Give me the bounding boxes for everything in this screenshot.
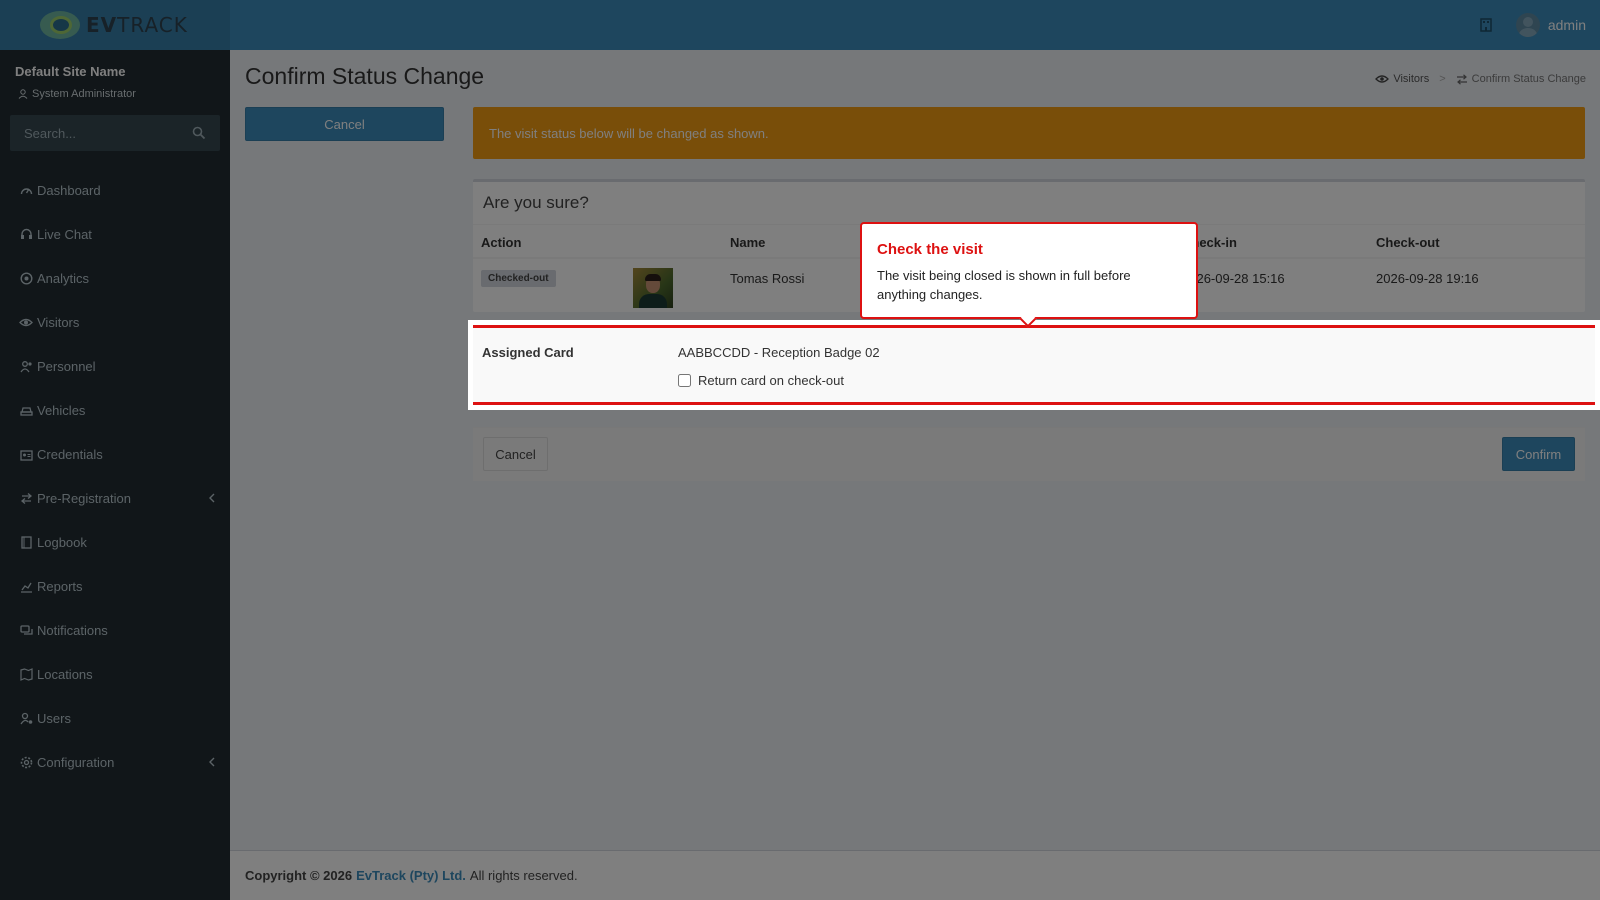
chevron-left-icon: [209, 493, 215, 503]
breadcrumb: Visitors > Confirm Status Change: [1375, 73, 1586, 85]
sidebar-item-logbook[interactable]: Logbook: [0, 520, 230, 564]
user-menu[interactable]: admin: [1515, 13, 1586, 37]
search-input[interactable]: [10, 115, 220, 151]
map-icon: [19, 667, 33, 681]
dashboard-icon: [19, 183, 33, 197]
sidebar-item-pre-registration[interactable]: Pre-Registration: [0, 476, 230, 520]
sidebar-menu: Dashboard Live Chat Analytics Visitors P…: [0, 168, 230, 784]
page-title: Confirm Status Change: [245, 63, 485, 89]
brand-logo[interactable]: EVTRACK: [0, 0, 230, 50]
site-name: Default Site Name: [15, 64, 126, 79]
status-badge: Checked-out: [481, 270, 556, 287]
sidebar-item-credentials[interactable]: Credentials: [0, 432, 230, 476]
breadcrumb-current: Confirm Status Change: [1456, 73, 1586, 85]
eye-icon: [19, 315, 33, 329]
copyright-text: Copyright © 2026: [245, 868, 353, 883]
user-cog-icon: [19, 711, 33, 725]
page-footer: Copyright © 2026 EvTrack (Pty) Ltd. All …: [230, 850, 1600, 900]
logo-text: EVTRACK: [86, 13, 188, 37]
headset-icon: [19, 227, 33, 241]
main-content: Confirm Status Change Visitors > Confirm…: [230, 50, 1600, 850]
assigned-card-label: Assigned Card: [482, 345, 574, 360]
return-card-checkbox[interactable]: [678, 374, 691, 387]
sidebar-item-live-chat[interactable]: Live Chat: [0, 212, 230, 256]
sidebar: Default Site Name System Administrator D…: [0, 50, 230, 900]
exchange-icon: [1456, 73, 1467, 85]
id-card-icon: [19, 447, 33, 461]
breadcrumb-separator: >: [1439, 73, 1446, 85]
eye-icon: [1375, 75, 1390, 83]
tooltip-title: Check the visit: [877, 241, 983, 258]
avatar: [1515, 13, 1540, 37]
chevron-left-icon: [209, 757, 215, 767]
confirm-title: Are you sure?: [483, 193, 589, 212]
assigned-card-value: AABBCCDD - Reception Badge 02: [678, 345, 880, 360]
comments-icon: [19, 623, 33, 637]
top-navbar: EVTRACK admin: [0, 0, 1600, 50]
warning-alert: The visit status below will be changed a…: [473, 107, 1585, 159]
visitor-photo: [633, 268, 673, 308]
column-header-name: Name: [730, 235, 766, 250]
book-icon: [19, 535, 33, 549]
alert-text: The visit status below will be changed a…: [489, 125, 769, 141]
car-icon: [19, 403, 33, 417]
cancel-button[interactable]: Cancel: [245, 107, 444, 141]
return-card-option[interactable]: Return card on check-out: [678, 373, 844, 388]
sidebar-item-reports[interactable]: Reports: [0, 564, 230, 608]
column-header-action: Action: [481, 235, 522, 250]
check-out-time: 2026-09-28 19:16: [1376, 271, 1479, 286]
building-icon[interactable]: [1478, 17, 1494, 33]
target-icon: [19, 271, 33, 285]
user-icon: [18, 89, 28, 99]
sidebar-item-notifications[interactable]: Notifications: [0, 608, 230, 652]
cancel-button[interactable]: Cancel: [483, 437, 548, 471]
sidebar-item-analytics[interactable]: Analytics: [0, 256, 230, 300]
tooltip-body: The visit being closed is shown in full …: [877, 268, 1131, 302]
chart-icon: [19, 579, 33, 593]
username: admin: [1547, 17, 1586, 33]
form-actions: Cancel Confirm: [473, 427, 1585, 481]
exchange-icon: [19, 491, 33, 505]
visitor-name: Tomas Rossi: [730, 271, 805, 286]
confirm-button[interactable]: Confirm: [1502, 437, 1575, 471]
user-role: System Administrator: [18, 88, 136, 100]
sidebar-item-locations[interactable]: Locations: [0, 652, 230, 696]
tour-tooltip: Check the visit The visit being closed i…: [860, 222, 1198, 328]
sidebar-item-dashboard[interactable]: Dashboard: [0, 168, 230, 212]
sidebar-item-visitors[interactable]: Visitors: [0, 300, 230, 344]
search-icon[interactable]: [192, 126, 206, 140]
company-link[interactable]: EvTrack (Pty) Ltd.: [356, 868, 466, 883]
sidebar-search: [10, 115, 220, 151]
logo-icon: [38, 9, 84, 41]
sidebar-item-users[interactable]: Users: [0, 696, 230, 740]
column-header-check-out: Check-out: [1376, 235, 1440, 250]
gear-icon: [19, 755, 33, 769]
users-icon: [19, 359, 33, 373]
sidebar-item-personnel[interactable]: Personnel: [0, 344, 230, 388]
return-card-label: Return card on check-out: [698, 373, 844, 388]
breadcrumb-visitors[interactable]: Visitors: [1375, 73, 1429, 85]
sidebar-item-vehicles[interactable]: Vehicles: [0, 388, 230, 432]
assigned-card-section: Assigned Card AABBCCDD - Reception Badge…: [473, 325, 1595, 405]
rights-text: All rights reserved.: [469, 868, 578, 883]
sidebar-item-configuration[interactable]: Configuration: [0, 740, 230, 784]
